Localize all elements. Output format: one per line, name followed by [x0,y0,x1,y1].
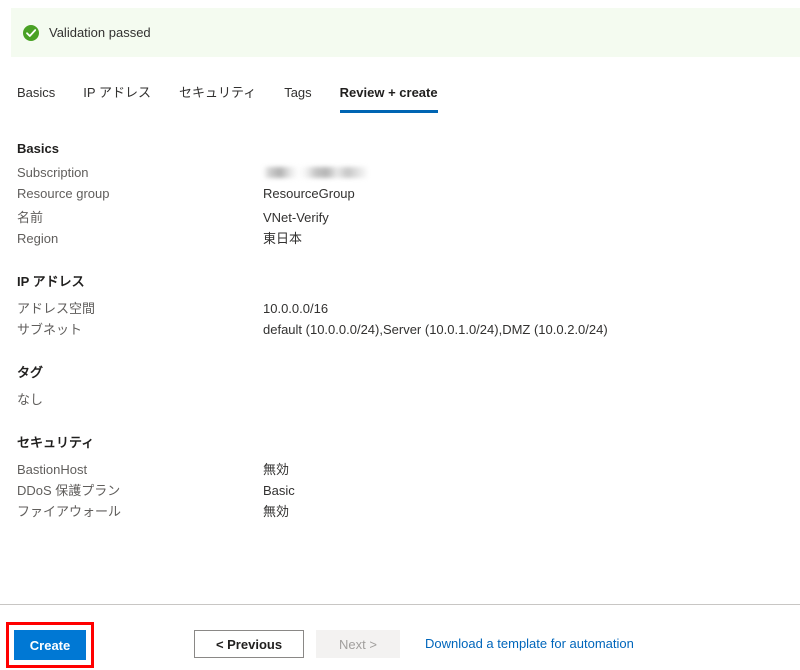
summary-row-name: 名前 VNet-Verify [17,207,786,228]
validation-banner-text: Validation passed [49,24,151,40]
row-label: なし [17,392,44,407]
download-template-link[interactable]: Download a template for automation [425,636,634,651]
section-ip-addresses: IP アドレス アドレス空間 10.0.0.0/16 サブネット default… [17,273,786,340]
row-value: 東日本 [263,231,303,246]
tab-security[interactable]: セキュリティ [179,84,256,113]
summary-row-resource-group: Resource group ResourceGroup [17,186,786,207]
wizard-tabs: Basics IP アドレス セキュリティ Tags Review + crea… [17,84,466,114]
section-title: タグ [17,365,44,380]
tab-tags[interactable]: Tags [284,84,311,113]
footer-divider [0,604,800,605]
review-summary: Basics Subscription Resource group Resou… [17,140,786,522]
section-basics: Basics Subscription Resource group Resou… [17,140,786,249]
row-value: default (10.0.0.0/24),Server (10.0.1.0/2… [263,322,608,337]
tab-review-create[interactable]: Review + create [339,84,438,113]
summary-row-subscription: Subscription [17,165,786,186]
row-value: 無効 [263,504,290,519]
row-value: Basic [263,483,295,498]
section-rows: Subscription Resource group ResourceGrou… [17,165,786,249]
summary-row-address-space: アドレス空間 10.0.0.0/16 [17,298,786,319]
section-rows: BastionHost 無効 DDoS 保護プラン Basic ファイアウォール… [17,459,786,522]
row-value: 無効 [263,462,290,477]
next-button: Next > [316,630,400,658]
summary-row-ddos-plan: DDoS 保護プラン Basic [17,480,786,501]
row-label: アドレス空間 [17,301,96,316]
section-tags: タグ なし [17,364,786,410]
summary-row-tags-none: なし [17,389,786,410]
row-label: サブネット [17,322,83,337]
section-rows: アドレス空間 10.0.0.0/16 サブネット default (10.0.0… [17,298,786,340]
row-label: BastionHost [17,462,88,477]
row-value: VNet-Verify [263,210,329,225]
create-button[interactable]: Create [14,630,86,660]
section-title: IP アドレス [17,274,85,289]
wizard-footer: Create < Previous Next > Download a temp… [0,620,800,670]
tab-basics[interactable]: Basics [17,84,55,113]
section-rows: なし [17,389,786,410]
row-value: ResourceGroup [263,186,355,201]
row-label: Subscription [17,165,89,180]
section-title: セキュリティ [17,435,95,450]
summary-row-subnets: サブネット default (10.0.0.0/24),Server (10.0… [17,319,786,340]
summary-row-bastion-host: BastionHost 無効 [17,459,786,480]
validation-banner: Validation passed [11,8,800,57]
section-title: Basics [17,141,59,156]
summary-row-region: Region 東日本 [17,228,786,249]
row-value-redacted [263,167,369,178]
row-label: Region [17,231,59,246]
section-security: セキュリティ BastionHost 無効 DDoS 保護プラン Basic フ… [17,434,786,522]
row-label: ファイアウォール [17,504,122,519]
row-label: Resource group [17,186,110,201]
success-check-icon [23,24,39,41]
previous-button[interactable]: < Previous [194,630,304,658]
row-label: DDoS 保護プラン [17,483,121,498]
summary-row-firewall: ファイアウォール 無効 [17,501,786,522]
tab-ip-addresses[interactable]: IP アドレス [83,84,151,113]
row-label: 名前 [17,210,44,225]
row-value: 10.0.0.0/16 [263,301,329,316]
